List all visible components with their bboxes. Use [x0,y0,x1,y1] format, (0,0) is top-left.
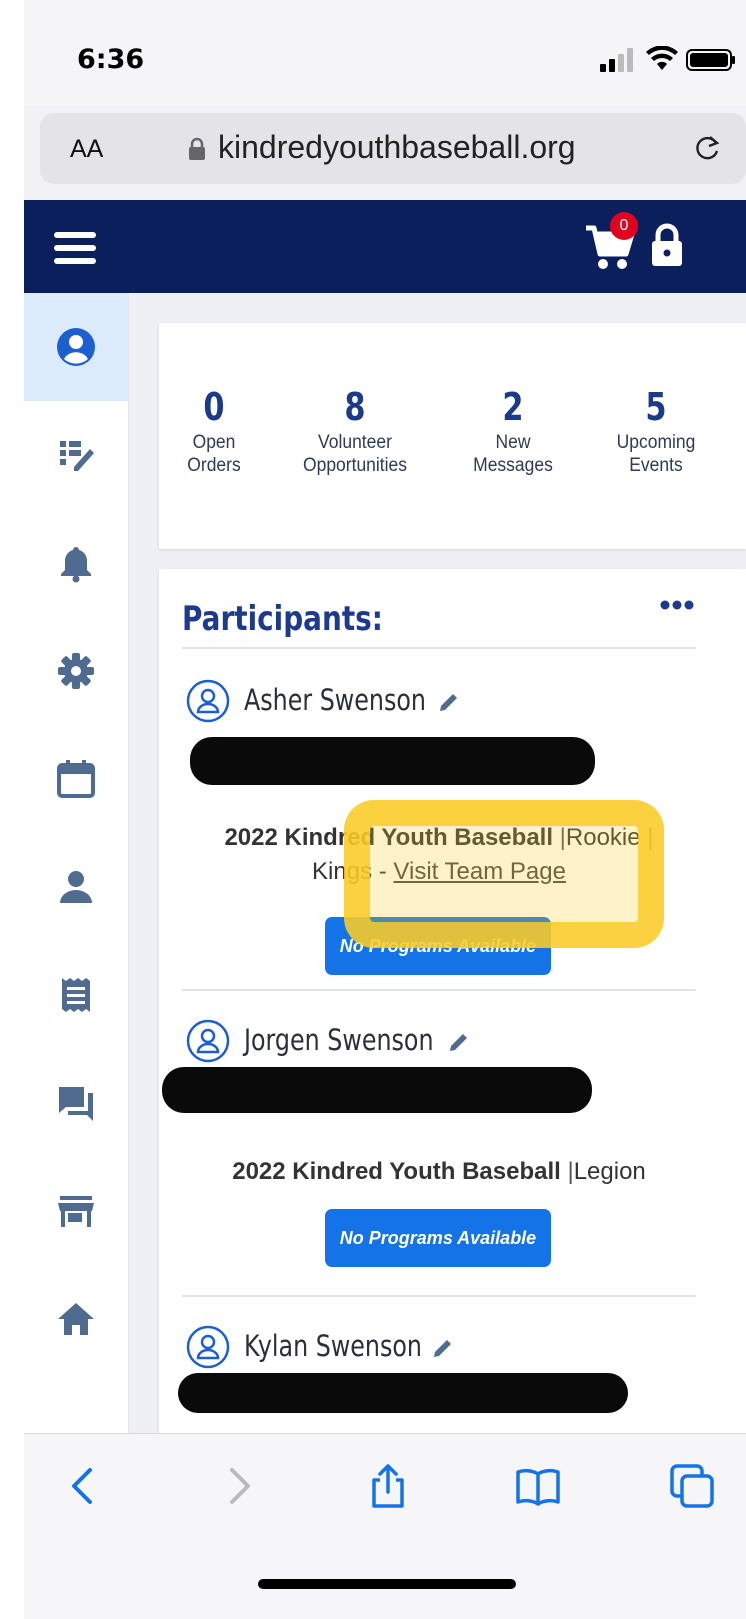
person-icon [60,871,92,903]
sidebar-item-calendar[interactable] [24,725,128,833]
stat-number: 2 [502,385,524,429]
highlight-annotation [344,800,664,948]
url-text[interactable]: kindredyouthbaseball.org [218,129,576,166]
tabs-icon[interactable] [668,1462,716,1510]
sidebar-item-home[interactable] [24,1265,128,1373]
stat-number: 0 [203,385,225,429]
gear-icon [58,653,94,689]
browser-toolbar [24,1433,746,1619]
no-programs-button[interactable]: No Programs Available [325,1209,551,1267]
bookmarks-icon[interactable] [514,1462,562,1510]
signal-icon [600,48,633,72]
stat-open-orders[interactable]: 0 Open Orders [177,385,251,477]
stat-events[interactable]: 5 Upcoming Events [601,385,711,477]
messages-icon [59,1087,93,1121]
sidebar-item-profile[interactable] [24,293,128,401]
stat-messages[interactable]: 2 New Messages [461,385,565,477]
avatar-icon [186,1325,230,1369]
calendar-icon [57,760,95,798]
stat-volunteer[interactable]: 8 Volunteer Opportunities [285,385,425,477]
divider [182,1295,696,1297]
reload-icon[interactable] [692,133,722,163]
user-circle-icon [57,328,95,366]
address-bar[interactable]: AA kindredyouthbaseball.org [40,113,746,184]
app-header [24,200,746,293]
sidebar-item-messages[interactable] [24,1049,128,1157]
participants-card: Participants: Asher Swenson 2022 Kindred… [159,569,746,1449]
more-options-icon[interactable] [659,599,695,611]
status-bar: 6:36 [24,0,746,105]
checklist-edit-icon [60,441,94,471]
back-icon[interactable] [60,1462,108,1510]
divider [182,989,696,991]
receipt-icon [62,978,90,1012]
stat-number: 8 [344,385,366,429]
menu-icon[interactable] [54,232,96,264]
sidebar-item-settings[interactable] [24,617,128,725]
edit-pencil-icon[interactable] [448,1031,470,1053]
clock: 6:36 [77,44,145,75]
sidebar-nav [24,293,129,1433]
sidebar-item-notifications[interactable] [24,509,128,617]
redacted-scribble [178,1373,628,1413]
store-icon [58,1196,94,1227]
divider [182,647,696,649]
cart-count-badge: 0 [610,212,638,240]
avatar-icon [186,679,230,723]
edit-pencil-icon[interactable] [432,1337,454,1359]
login-lock-icon[interactable] [650,222,684,268]
sidebar-item-orders[interactable] [24,941,128,1049]
participant-name: Jorgen Swenson [244,1023,434,1057]
home-indicator [258,1579,516,1589]
stat-number: 5 [645,385,667,429]
redacted-scribble [190,737,595,785]
program-info: 2022 Kindred Youth Baseball |Legion [232,1158,646,1185]
participant-name: Kylan Swenson [244,1329,423,1363]
forward-icon[interactable] [214,1462,262,1510]
share-icon[interactable] [364,1462,412,1510]
participants-title: Participants: [182,599,383,639]
stat-label: Volunteer Opportunities [303,432,407,476]
stats-card: 0 Open Orders 8 Volunteer Opportunities 2 … [159,323,746,549]
participant-name: Asher Swenson [244,683,426,717]
sidebar-item-registration[interactable] [24,401,128,509]
sidebar-item-store[interactable] [24,1157,128,1265]
phone-screen: 6:36 AA kindredyouthbaseball.org 0 0 Ope… [24,0,746,1619]
wifi-icon [646,46,678,70]
battery-icon [686,49,735,71]
redacted-scribble [162,1067,592,1113]
stat-label: New Messages [473,432,553,476]
text-size-button[interactable]: AA [70,135,103,164]
avatar-icon [186,1019,230,1063]
home-icon [58,1303,94,1335]
lock-icon [189,137,205,160]
sidebar-item-account[interactable] [24,833,128,941]
edit-pencil-icon[interactable] [438,691,460,713]
stat-label: Open Orders [187,432,241,476]
participant-card-jorgen: Jorgen Swenson 2022 Kindred Youth Baseba… [162,1019,722,1319]
bell-icon [61,547,91,583]
participant-card-kylan: Kylan Swenson [178,1325,722,1445]
stat-label: Upcoming Events [616,432,696,476]
